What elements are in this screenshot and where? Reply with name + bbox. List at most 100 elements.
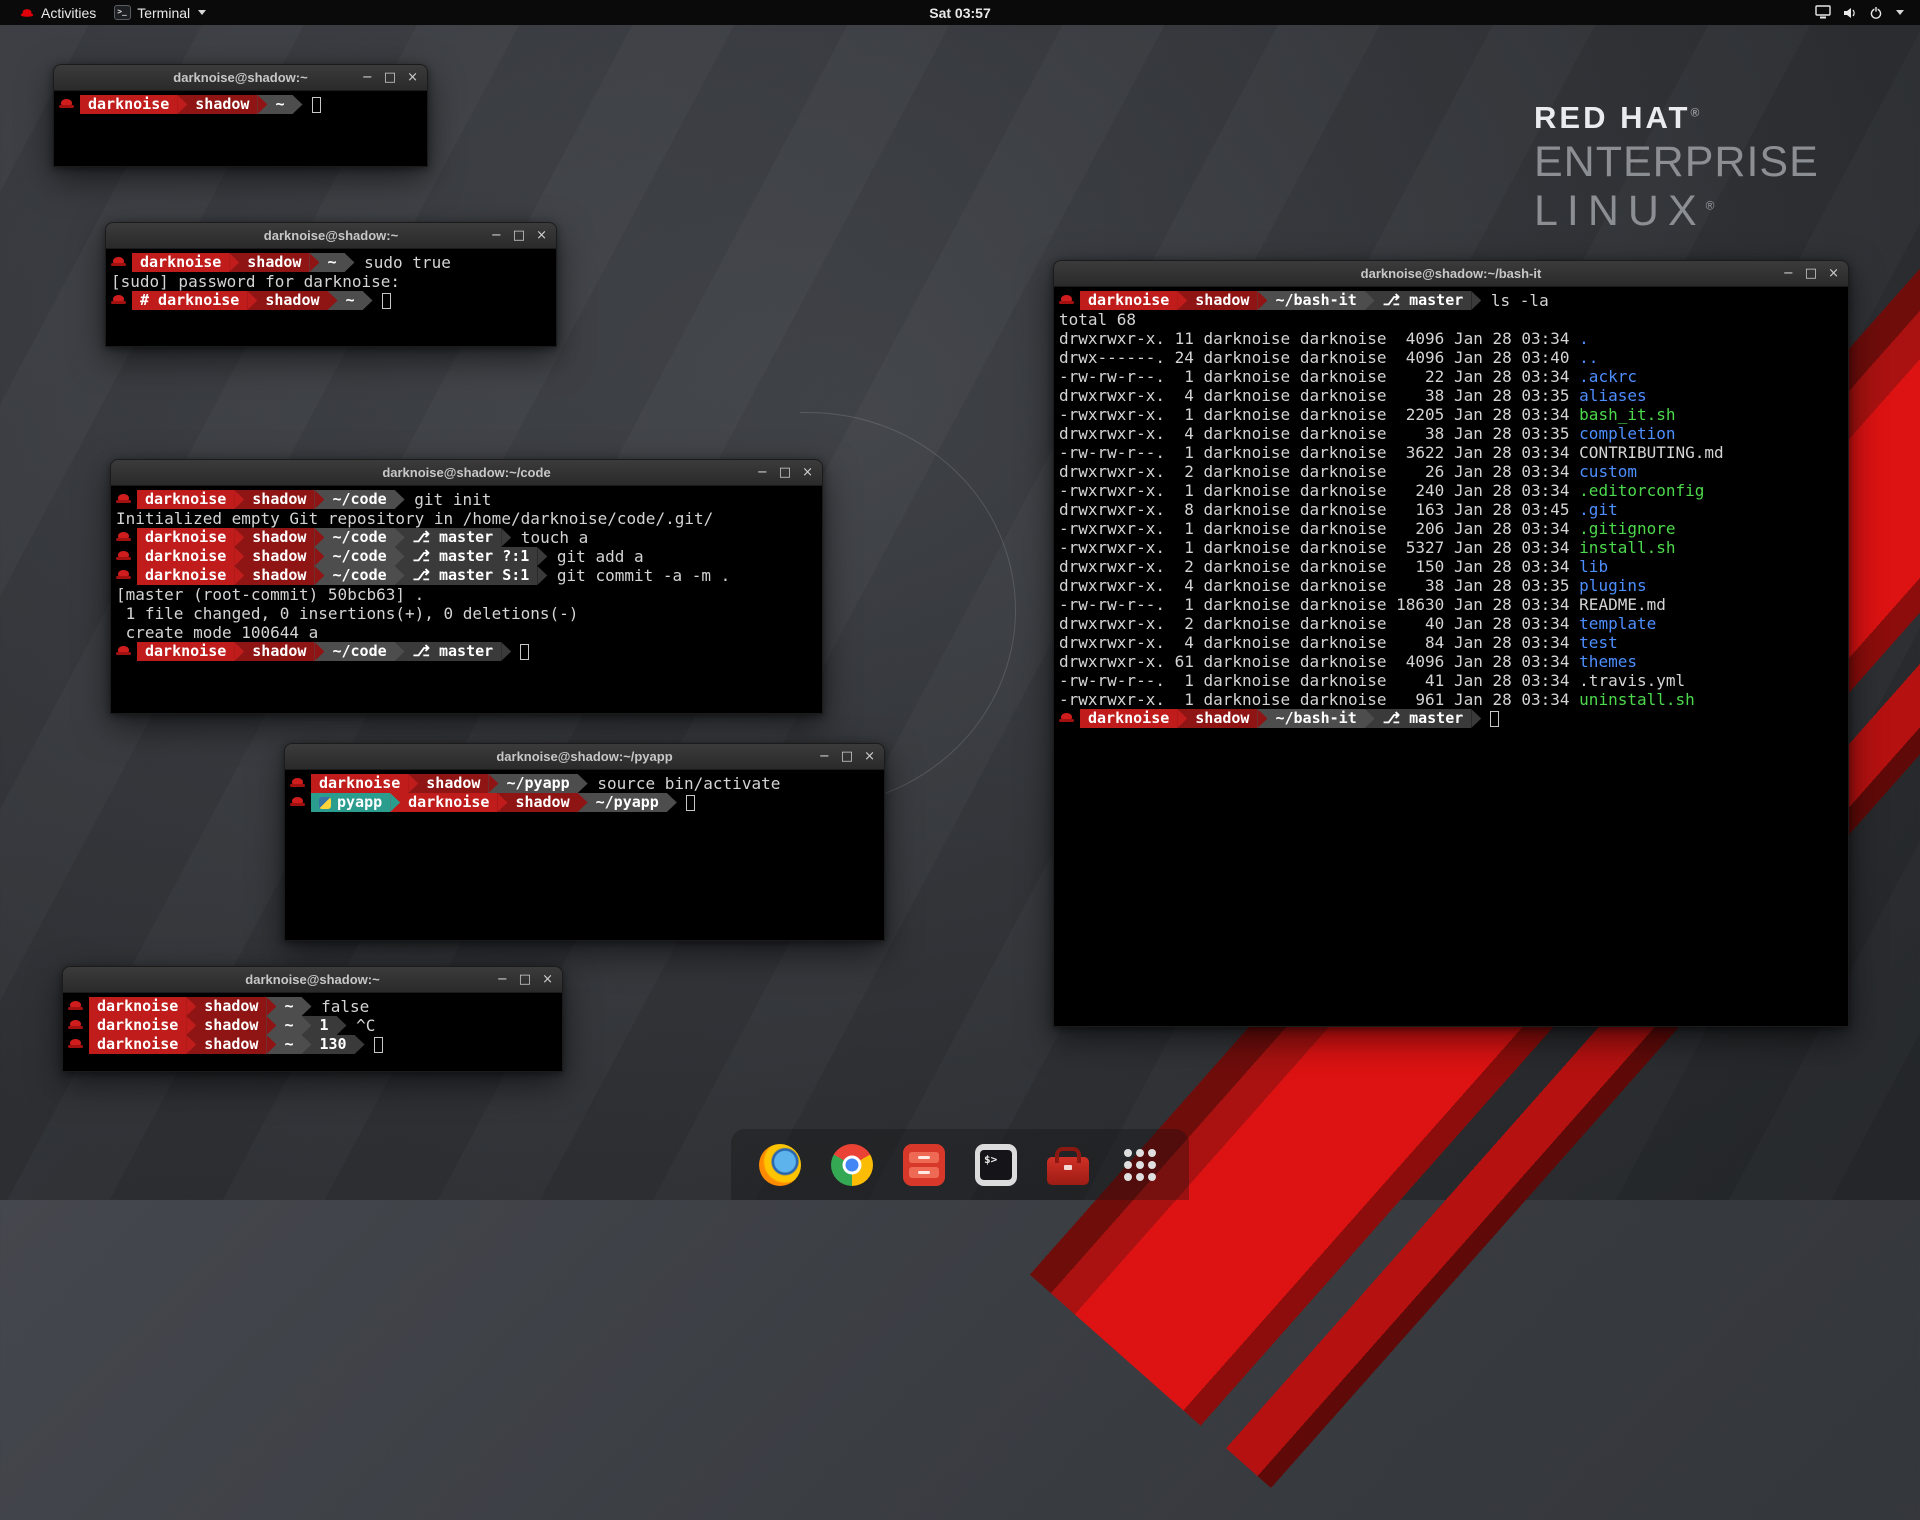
terminal-body[interactable]: darknoiseshadow~/code git initInitialize…: [110, 486, 823, 714]
prompt-segment: darknoise: [311, 774, 408, 793]
powerline-arrow-icon: [186, 1016, 196, 1035]
prompt-segment: ~/pyapp: [498, 774, 577, 793]
close-button[interactable]: ×: [1828, 267, 1839, 280]
terminal-body[interactable]: darknoiseshadow~: [53, 91, 428, 167]
dock-item-chrome[interactable]: [829, 1142, 875, 1188]
terminal-text: drwx------. 24 darknoise darknoise 4096 …: [1059, 348, 1579, 367]
terminal-window[interactable]: darknoise@shadow:~/pyapp−□×darknoiseshad…: [284, 743, 885, 941]
terminal-window[interactable]: darknoise@shadow:~/bash-it −□ × darknoisesh…: [1053, 260, 1849, 1027]
window-controls: −□ ×: [362, 65, 418, 90]
terminal-text: git add a: [547, 547, 643, 566]
system-menu[interactable]: [1809, 0, 1910, 25]
minimize-button[interactable]: −: [819, 750, 830, 763]
window-title: darknoise@shadow:~: [264, 228, 398, 243]
redhat-prompt-icon: [68, 997, 84, 1016]
window-titlebar[interactable]: darknoise@shadow:~ −□ ×: [105, 222, 557, 249]
terminal-window[interactable]: darknoise@shadow:~−□×darknoiseshadow~: [53, 64, 428, 167]
prompt-segment: darknoise: [400, 793, 497, 812]
activities-label: Activities: [41, 5, 96, 21]
powerline-arrow-icon: [501, 642, 511, 661]
dock-item-toolbox[interactable]: [1045, 1142, 1091, 1188]
terminal-text: drwxrwxr-x. 2 darknoise darknoise 40 Jan…: [1059, 614, 1579, 633]
window-title: darknoise@shadow:~/code: [382, 465, 550, 480]
close-button[interactable]: ×: [802, 466, 813, 479]
terminal-line: drwxrwxr-x. 4 darknoise darknoise 38 Jan…: [1059, 386, 1848, 405]
terminal-body[interactable]: darknoiseshadow~ falsedarknoiseshadow~1 …: [62, 993, 563, 1072]
terminal-window[interactable]: darknoise@shadow:~−□×darknoiseshadow~ fa…: [62, 966, 563, 1072]
terminal-text: CONTRIBUTING.md: [1579, 443, 1724, 462]
terminal-text: -rwxrwxr-x. 1 darknoise darknoise 2205 J…: [1059, 405, 1579, 424]
terminal-text: drwxrwxr-x. 61 darknoise darknoise 4096 …: [1059, 652, 1579, 671]
terminal-text: -rw-rw-r--. 1 darknoise darknoise 18630 …: [1059, 595, 1579, 614]
terminal-cursor: [686, 795, 695, 811]
prompt-segment: 130: [312, 1035, 355, 1054]
terminal-line: -rwxrwxr-x. 1 darknoise darknoise 2205 J…: [1059, 405, 1848, 424]
minimize-button[interactable]: −: [491, 229, 502, 242]
window-titlebar[interactable]: darknoise@shadow:~−□×: [62, 966, 563, 993]
powerline-arrow-icon: [408, 774, 418, 793]
window-titlebar[interactable]: darknoise@shadow:~/bash-it −□ ×: [1053, 260, 1849, 287]
prompt-segment: shadow: [239, 253, 309, 272]
dock-item-terminal[interactable]: $>: [973, 1142, 1019, 1188]
dock-item-files[interactable]: [901, 1142, 947, 1188]
app-menu-label: Terminal: [137, 5, 190, 21]
terminal-text: total 68: [1059, 310, 1136, 329]
terminal-cursor: [374, 1037, 383, 1053]
window-title: darknoise@shadow:~/bash-it: [1361, 266, 1542, 281]
maximize-button[interactable]: □: [779, 466, 791, 479]
close-button[interactable]: ×: [407, 71, 418, 84]
dock-item-app-grid[interactable]: [1117, 1142, 1163, 1188]
maximize-button[interactable]: □: [1805, 267, 1817, 280]
clock[interactable]: Sat 03:57: [929, 5, 990, 21]
dock-item-firefox[interactable]: [757, 1142, 803, 1188]
powerline-arrow-icon: [395, 528, 405, 547]
minimize-button[interactable]: −: [497, 973, 508, 986]
terminal-text: Initialized empty Git repository in /hom…: [116, 509, 713, 528]
terminal-line: drwxrwxr-x. 4 darknoise darknoise 38 Jan…: [1059, 424, 1848, 443]
maximize-button[interactable]: □: [841, 750, 853, 763]
window-titlebar[interactable]: darknoise@shadow:~/code −□ ×: [110, 459, 823, 486]
terminal-line: darknoiseshadow~/pyapp source bin/activa…: [290, 774, 884, 793]
prompt-segment: ⎇ master: [1375, 709, 1472, 728]
terminal-line: drwxrwxr-x. 4 darknoise darknoise 84 Jan…: [1059, 633, 1848, 652]
close-button[interactable]: ×: [536, 229, 547, 242]
redhat-prompt-icon: [59, 95, 75, 114]
prompt-segment: darknoise: [89, 1016, 186, 1035]
powerline-arrow-icon: [395, 566, 405, 585]
powerline-arrow-icon: [355, 1035, 365, 1054]
terminal-line: -rw-rw-r--. 1 darknoise darknoise 22 Jan…: [1059, 367, 1848, 386]
close-button[interactable]: ×: [542, 973, 553, 986]
maximize-button[interactable]: □: [513, 229, 525, 242]
terminal-text: create mode 100644 a: [116, 623, 318, 642]
window-titlebar[interactable]: darknoise@shadow:~−□×: [53, 64, 428, 91]
activities-button[interactable]: Activities: [10, 0, 105, 25]
terminal-body[interactable]: darknoiseshadow~/bash-it⎇ master ls -lat…: [1053, 287, 1849, 1027]
maximize-button[interactable]: □: [384, 71, 396, 84]
minimize-button[interactable]: −: [362, 71, 373, 84]
terminal-line: drwxrwxr-x. 2 darknoise darknoise 40 Jan…: [1059, 614, 1848, 633]
powerline-arrow-icon: [395, 547, 405, 566]
maximize-button[interactable]: □: [519, 973, 531, 986]
powerline-arrow-icon: [501, 528, 511, 547]
minimize-button[interactable]: −: [757, 466, 768, 479]
terminal-text: [master (root-commit) 50bcb63] .: [116, 585, 424, 604]
app-menu-terminal[interactable]: Terminal: [105, 0, 215, 25]
prompt-segment: ~: [276, 1035, 301, 1054]
prompt-segment: shadow: [196, 997, 266, 1016]
close-button[interactable]: ×: [864, 750, 875, 763]
minimize-button[interactable]: −: [1783, 267, 1794, 280]
powerline-arrow-icon: [186, 997, 196, 1016]
terminal-cursor: [520, 644, 529, 660]
terminal-text: 1 file changed, 0 insertions(+), 0 delet…: [116, 604, 578, 623]
terminal-window[interactable]: darknoise@shadow:~/code −□ × darknoiseshado…: [110, 459, 823, 714]
terminal-line: drwxrwxr-x. 61 darknoise darknoise 4096 …: [1059, 652, 1848, 671]
window-titlebar[interactable]: darknoise@shadow:~/pyapp−□×: [284, 743, 885, 770]
terminal-body[interactable]: darknoiseshadow~/pyapp source bin/activa…: [284, 770, 885, 941]
terminal-text: git commit -a -m .: [547, 566, 730, 585]
powerline-arrow-icon: [266, 1016, 276, 1035]
prompt-segment: shadow: [244, 547, 314, 566]
terminal-body[interactable]: darknoiseshadow~ sudo true[sudo] passwor…: [105, 249, 557, 347]
terminal-line: -rw-rw-r--. 1 darknoise darknoise 3622 J…: [1059, 443, 1848, 462]
terminal-window[interactable]: darknoise@shadow:~ −□ × darknoiseshadow~ su…: [105, 222, 557, 347]
powerline-arrow-icon: [363, 291, 373, 310]
